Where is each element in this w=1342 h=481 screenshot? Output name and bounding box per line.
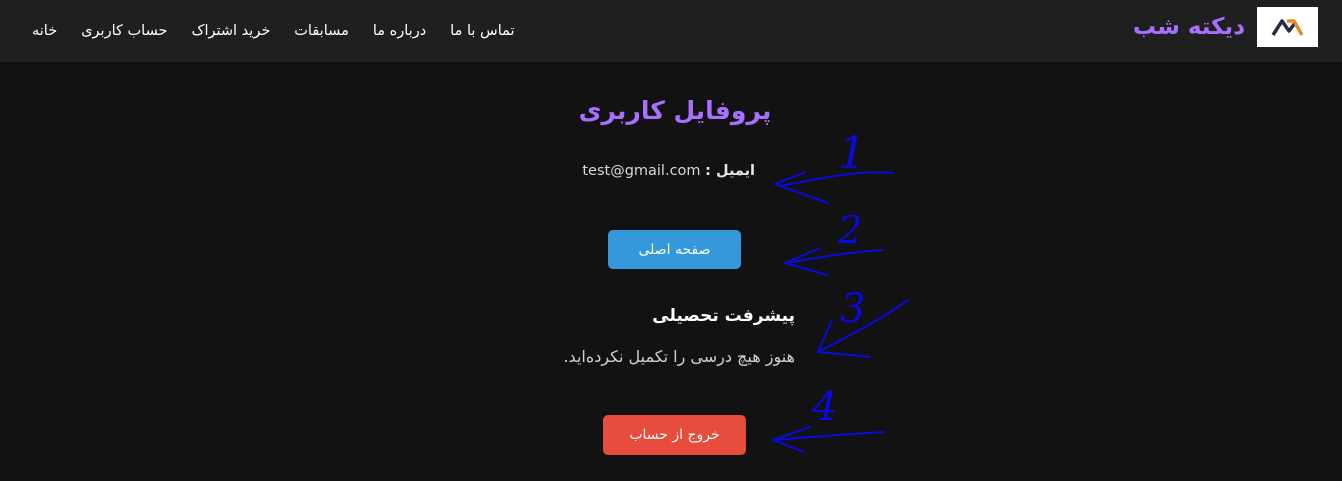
annotation-number-4: 4 xyxy=(811,384,837,430)
annotation-arrow-2 xyxy=(785,249,883,264)
nav-item-contests[interactable]: مسابقات xyxy=(294,23,349,39)
page-title: پروفایل کاربری xyxy=(578,96,772,125)
annotation-arrow-3 xyxy=(817,299,909,353)
annotation-number-2: 2 xyxy=(837,208,862,252)
logo[interactable] xyxy=(1257,7,1318,47)
nav-item-subscription[interactable]: خرید اشتراک xyxy=(192,23,271,39)
logo-icon xyxy=(1271,19,1304,36)
annotation-arrow-4 xyxy=(774,431,885,441)
nav-item-contact[interactable]: تماس با ما xyxy=(450,23,514,39)
nav-links: خانه حساب کاربری خرید اشتراک مسابقات درب… xyxy=(32,0,515,62)
brand-name[interactable]: دیکته شب xyxy=(1133,14,1245,40)
nav-item-home[interactable]: خانه xyxy=(32,23,57,39)
navbar: خانه حساب کاربری خرید اشتراک مسابقات درب… xyxy=(0,0,1342,62)
nav-item-about[interactable]: درباره ما xyxy=(373,23,426,39)
annotation-number-1: 1 xyxy=(838,128,866,179)
progress-heading: پیشرفت تحصیلی xyxy=(652,306,795,326)
nav-item-account[interactable]: حساب کاربری xyxy=(81,23,167,39)
email-row: ایمیل : test@gmail.com xyxy=(582,163,755,179)
logout-button[interactable]: خروج از حساب xyxy=(603,415,746,455)
brand[interactable]: دیکته شب xyxy=(1133,7,1318,47)
annotation-arrow-1 xyxy=(779,171,894,187)
annotation-number-3: 3 xyxy=(840,286,865,332)
progress-text: هنوز هیچ درسی را تکمیل نکرده‌اید. xyxy=(563,347,795,366)
email-label: ایمیل : xyxy=(705,163,755,179)
email-value: test@gmail.com xyxy=(582,163,701,179)
home-button[interactable]: صفحه اصلی xyxy=(608,230,741,269)
